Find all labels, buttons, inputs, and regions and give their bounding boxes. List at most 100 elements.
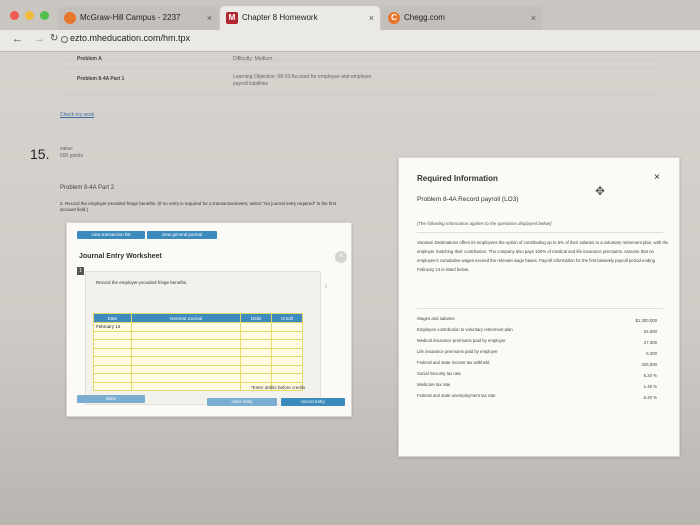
account-cell[interactable] [130,364,242,374]
required-information-panel: Required Information × ✥ Problem 8-4A Re… [398,157,680,457]
mheducation-favicon-icon: M [226,12,238,24]
payroll-item-value: 54,600 [643,329,657,334]
debit-cell[interactable] [240,364,273,374]
debit-cell[interactable] [240,356,273,366]
payroll-item-value: $1,300,000 [635,318,657,323]
debit-cell[interactable] [240,373,273,383]
close-icon[interactable]: × [335,251,347,263]
tab-close-icon[interactable]: × [531,6,536,30]
account-cell[interactable] [130,330,242,340]
debit-cell[interactable] [240,322,273,332]
account-cell[interactable] [130,347,242,357]
table-divider [60,94,660,95]
panel-note: [The following information applies to th… [417,221,552,226]
back-arrow-icon[interactable]: ← [12,33,23,45]
credit-cell[interactable] [271,347,303,357]
payroll-item-label: Federal and state income tax withheld [417,360,490,365]
date-cell[interactable] [93,347,132,357]
date-cell[interactable] [93,364,132,374]
part-title: Problem 8-4A Part 2 [60,185,115,191]
date-cell[interactable] [93,356,132,366]
credit-cell[interactable] [271,330,303,340]
date-cell[interactable]: February 14 [93,322,132,332]
problem-row-detail: Learning Objective: 08-03 Account for em… [233,74,372,87]
payroll-item-label: Federal and state unemployment tax rate [417,393,496,398]
column-header: Credit [271,313,303,323]
table-row [93,364,303,374]
worksheet-prompt: Record the employer-provided fringe bene… [96,280,188,285]
tab-label: Chapter 8 Homework [242,13,318,22]
check-my-work-link[interactable]: Check my work [60,112,94,118]
panel-subtitle: Problem 8-4A Record payroll (LO3) [417,196,519,203]
account-cell[interactable] [130,322,242,332]
divider [417,308,663,309]
url-field[interactable]: ezto.mheducation.com/hm.tpx [70,33,190,43]
date-cell[interactable] [93,339,132,349]
payroll-item-value: 6.20 % [643,395,657,400]
problem-row-label: Problem A [77,56,102,62]
worksheet-title: Journal Entry Worksheet [79,253,162,260]
payroll-item-value: 5,200 [646,351,657,356]
view-transaction-list-button[interactable]: view transaction list [77,231,145,239]
view-general-journal-button[interactable]: view general journal [147,231,217,239]
payroll-item-label: Wages and salaries [417,316,455,321]
panel-title: Required Information [417,174,498,183]
window-close-control[interactable] [10,11,19,20]
date-cell[interactable] [93,373,132,383]
info-icon[interactable] [61,36,68,43]
credit-cell[interactable] [271,373,303,383]
account-cell[interactable] [130,356,242,366]
tab-label: McGraw-Hill Campus - 2237 [80,13,181,22]
account-cell[interactable] [130,373,242,383]
credit-cell[interactable] [271,356,303,366]
step-indicator[interactable]: 1 [77,267,84,275]
column-header: Date [93,313,132,323]
mcgraw-favicon-icon [64,12,76,24]
window-minimize-control[interactable] [25,11,34,20]
credit-cell[interactable] [271,364,303,374]
table-row [93,373,303,383]
close-icon[interactable]: × [654,172,660,183]
table-divider [60,60,660,61]
debit-cell[interactable] [240,347,273,357]
browser-tab-homework[interactable]: M Chapter 8 Homework × [220,6,380,30]
tab-close-icon[interactable]: × [369,6,374,30]
section-divider [30,122,670,123]
payroll-item-label: Medical insurance premiums paid by emplo… [417,338,506,343]
table-divider [60,68,660,69]
payroll-item-value: 1.45 % [643,384,657,389]
record-entry-button[interactable]: record entry [281,398,345,406]
forward-arrow-icon[interactable]: → [34,33,45,45]
points-label: 500 points [60,153,84,159]
clear-entry-button[interactable]: clear entry [207,398,277,406]
date-cell[interactable] [93,381,132,391]
account-cell[interactable] [130,381,242,391]
window-maximize-control[interactable] [40,11,49,20]
move-icon[interactable]: ✥ [595,184,605,198]
table-row [93,339,303,349]
column-header: General Journal [130,313,242,323]
problem-description: Vacation Destinations offers its employe… [417,240,669,272]
browser-tab-chegg[interactable]: C Chegg.com × [382,6,542,30]
debit-cell[interactable] [240,339,273,349]
next-arrow-icon[interactable]: › [324,281,327,292]
payroll-item-value: 27,300 [643,340,657,345]
divider [417,232,663,233]
footnote: *Enter debits before credits [251,385,306,390]
done-button[interactable]: done [77,395,145,403]
tab-close-icon[interactable]: × [207,6,212,30]
table-row: February 14 [93,322,303,332]
table-row [93,356,303,366]
instruction-text: 2. Record the employer-provided fringe b… [60,201,337,212]
column-header: Debit [240,313,273,323]
debit-cell[interactable] [240,330,273,340]
payroll-item-label: Medicare tax rate [417,382,451,387]
date-cell[interactable] [93,330,132,340]
reload-icon[interactable]: ↻ [50,33,58,44]
credit-cell[interactable] [271,339,303,349]
credit-cell[interactable] [271,322,303,332]
browser-tab-mcgraw[interactable]: McGraw-Hill Campus - 2237 × [58,6,218,30]
account-cell[interactable] [130,339,242,349]
table-row [93,347,303,357]
problem-row-label: Problem 8-4A Part 1 [77,76,125,82]
